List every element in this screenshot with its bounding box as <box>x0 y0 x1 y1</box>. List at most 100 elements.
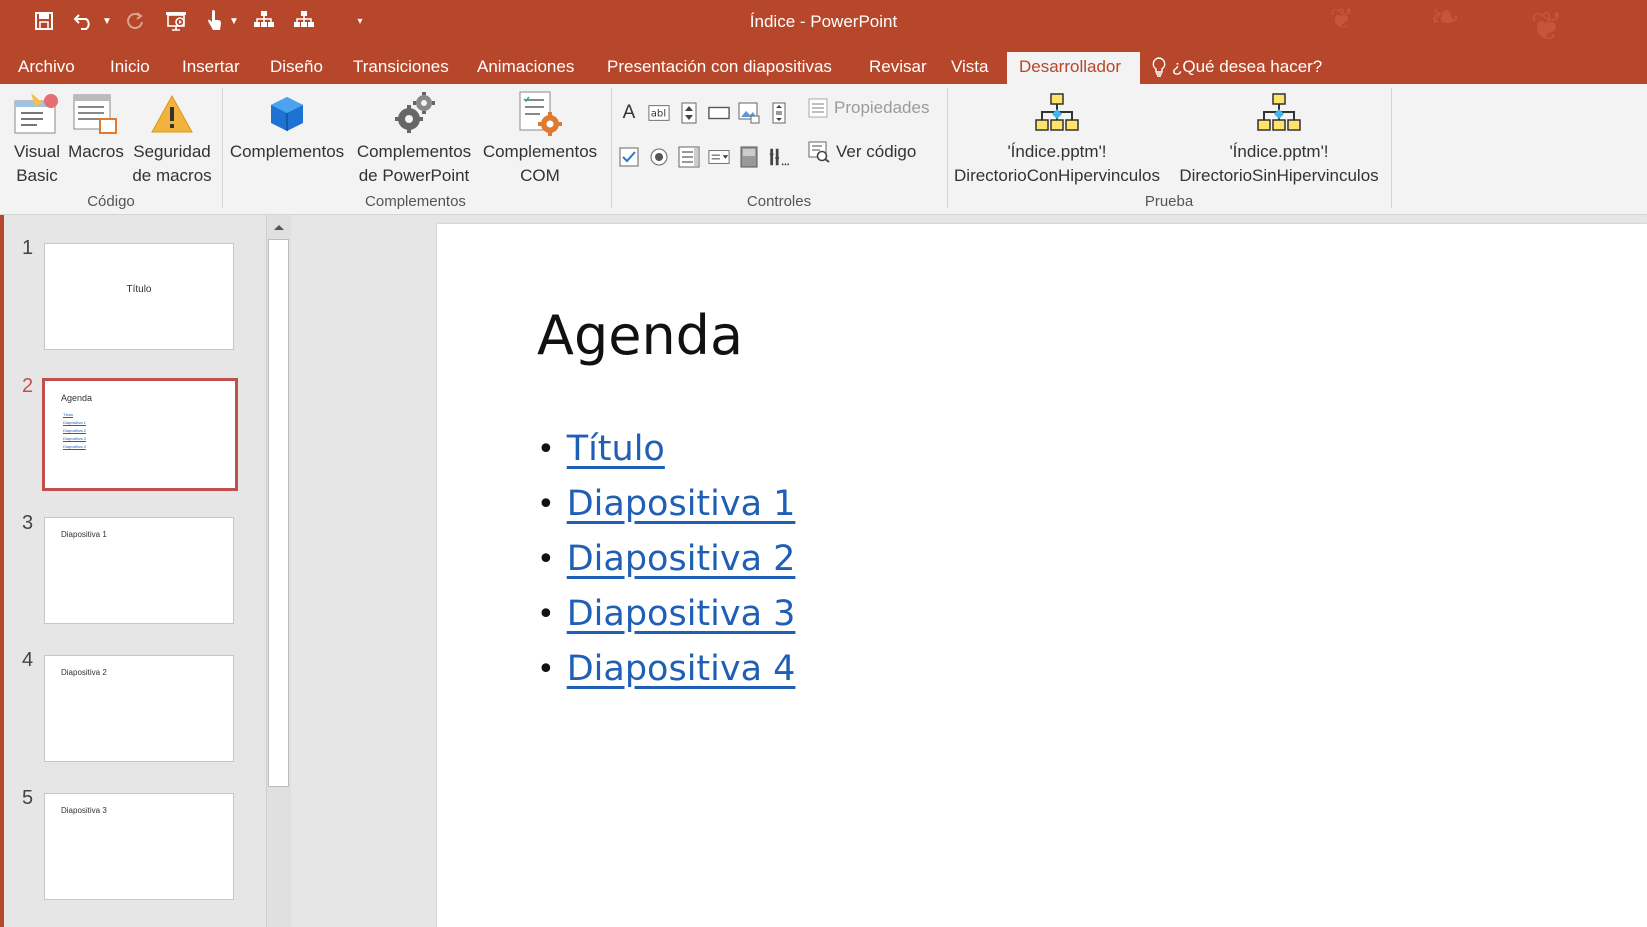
slide-thumbnail-4[interactable]: Diapositiva 2 <box>44 655 234 762</box>
bullet-icon: • <box>537 487 555 522</box>
macros-button[interactable]: Macros <box>66 88 126 164</box>
scrollbar-thumb[interactable] <box>268 239 289 787</box>
tell-me-box[interactable]: ¿Qué desea hacer? <box>1152 52 1322 82</box>
hierarchy-icon <box>1170 88 1388 140</box>
slide-thumbnail-2[interactable]: Agenda Título Diapositiva 1 Diapositiva … <box>42 378 238 491</box>
more-controls-icon[interactable] <box>768 146 790 168</box>
thumb-bullet: Diapositiva 4 <box>63 444 86 449</box>
list-item: • Diapositiva 4 <box>537 642 795 697</box>
tab-presentacion[interactable]: Presentación con diapositivas <box>595 52 844 84</box>
thumb-number: 5 <box>22 787 34 809</box>
macros-label: Macros <box>68 142 124 161</box>
ver-codigo-label: Ver código <box>836 142 917 161</box>
complementos-button[interactable]: Complementos <box>227 88 347 164</box>
tell-me-label: ¿Qué desea hacer? <box>1172 57 1323 76</box>
macro-sin-label-2: DirectorioSinHipervinculos <box>1179 166 1379 185</box>
tab-desarrollador[interactable]: Desarrollador <box>1007 52 1140 84</box>
tab-insertar[interactable]: Insertar <box>170 52 252 84</box>
macro-con-label-2: DirectorioConHipervinculos <box>954 166 1160 185</box>
group-label-prueba: Prueba <box>1144 193 1194 210</box>
view-code-icon <box>808 141 830 163</box>
label-control-icon[interactable]: A <box>618 102 640 124</box>
tab-archivo[interactable]: Archivo <box>6 52 87 84</box>
thumb-number: 1 <box>22 237 34 259</box>
spin-button-icon[interactable] <box>678 102 700 124</box>
macro-sin-label-1: 'Índice.pptm'! <box>1229 142 1329 161</box>
store-cube-icon <box>227 88 347 140</box>
toggle-button-icon[interactable] <box>738 146 760 168</box>
tab-animaciones[interactable]: Animaciones <box>465 52 586 84</box>
ribbon-tabs: Archivo Inicio Insertar Diseño Transicio… <box>0 44 1647 84</box>
complementos-com-button[interactable]: Complementos COM <box>479 88 601 188</box>
complementos-powerpoint-button[interactable]: Complementos de PowerPoint <box>353 88 475 188</box>
thumbnail-scrollbar[interactable] <box>266 215 291 927</box>
window-title: Índice - PowerPoint <box>749 12 898 31</box>
image-control-icon[interactable] <box>738 102 760 124</box>
thumb-number: 4 <box>22 649 34 671</box>
thumb-bullets: Título Diapositiva 1 Diapositiva 2 Diapo… <box>63 411 86 451</box>
agenda-link[interactable]: Diapositiva 4 <box>567 642 796 697</box>
thumb-bullet: Diapositiva 2 <box>63 428 86 433</box>
thumb-number: 3 <box>22 512 34 534</box>
radio-button-icon[interactable] <box>648 146 670 168</box>
lightbulb-icon <box>1152 57 1166 77</box>
group-separator <box>1391 88 1392 208</box>
agenda-link[interactable]: Diapositiva 1 <box>567 477 796 532</box>
scrollbar-control-icon[interactable] <box>768 102 790 124</box>
list-item: • Diapositiva 2 <box>537 532 795 587</box>
com-addins-icon <box>479 88 601 140</box>
complementos-label: Complementos <box>229 142 345 161</box>
seguridad-macros-button[interactable]: Seguridad de macros <box>128 88 216 188</box>
visual-basic-icon <box>6 88 68 140</box>
complementos-ppt-label-2: de PowerPoint <box>358 166 470 185</box>
ver-codigo-button[interactable]: Ver código <box>808 141 916 163</box>
tab-inicio[interactable]: Inicio <box>98 52 162 84</box>
properties-icon <box>808 98 828 118</box>
group-label-controles: Controles <box>746 193 812 210</box>
listbox-control-icon[interactable] <box>678 146 700 168</box>
svg-text:abl: abl <box>651 109 666 120</box>
agenda-link[interactable]: Diapositiva 3 <box>567 587 796 642</box>
agenda-link[interactable]: Diapositiva 2 <box>567 532 796 587</box>
slide-thumbnail-3[interactable]: Diapositiva 1 <box>44 517 234 624</box>
tab-revisar[interactable]: Revisar <box>857 52 939 84</box>
combobox-control-icon[interactable] <box>708 146 730 168</box>
scroll-up-arrow-icon[interactable] <box>267 218 291 236</box>
slide-title[interactable]: Agenda <box>537 304 743 367</box>
gears-icon <box>353 88 475 140</box>
macro-con-hipervinculos-button[interactable]: 'Índice.pptm'! DirectorioConHipervinculo… <box>948 88 1166 188</box>
slide-thumbnails-pane: 1 Título 2 Agenda Título Diapositiva 1 D… <box>0 215 294 927</box>
tab-diseno[interactable]: Diseño <box>258 52 335 84</box>
agenda-list: • Título • Diapositiva 1 • Diapositiva 2 • D… <box>537 422 795 697</box>
macros-icon <box>66 88 126 140</box>
list-item: • Diapositiva 3 <box>537 587 795 642</box>
group-label-complementos: Complementos <box>365 193 466 210</box>
macro-sin-hipervinculos-button[interactable]: 'Índice.pptm'! DirectorioSinHipervinculo… <box>1170 88 1388 188</box>
thumb-title: Título <box>126 284 152 295</box>
checkbox-control-icon[interactable] <box>618 146 640 168</box>
group-complementos: Complementos Complementos de PowerPoint … <box>223 84 608 214</box>
slide-canvas[interactable]: Agenda • Título • Diapositiva 1 • Diapositi… <box>437 224 1647 927</box>
tab-transiciones[interactable]: Transiciones <box>341 52 461 84</box>
visual-basic-button[interactable]: Visual Basic <box>6 88 68 188</box>
command-button-icon[interactable] <box>708 102 730 124</box>
bullet-icon: • <box>537 542 555 577</box>
tab-vista[interactable]: Vista <box>939 52 1001 84</box>
complementos-com-label-2: COM <box>520 166 560 185</box>
thumb-bullet: Diapositiva 3 <box>63 436 86 441</box>
thumb-bullet: Diapositiva 1 <box>63 420 86 425</box>
textbox-control-icon[interactable]: abl <box>648 102 670 124</box>
hierarchy-icon <box>948 88 1166 140</box>
agenda-link[interactable]: Título <box>567 422 665 477</box>
thumb-bullet: Título <box>63 412 74 417</box>
title-bar: ❦ ❧ ❦ ▼ ▼ ▾ Índice - PowerPoint <box>0 0 1647 44</box>
group-codigo: Visual Basic Macros Seguridad de macros … <box>0 84 222 214</box>
slide-thumbnail-5[interactable]: Diapositiva 3 <box>44 793 234 900</box>
complementos-ppt-label-1: Complementos <box>356 142 472 161</box>
slide-thumbnail-1[interactable]: Título <box>44 243 234 350</box>
macro-con-label-1: 'Índice.pptm'! <box>1007 142 1107 161</box>
bullet-icon: • <box>537 597 555 632</box>
list-item: • Título <box>537 422 795 477</box>
list-item: • Diapositiva 1 <box>537 477 795 532</box>
seguridad-label-2: de macros <box>132 166 212 185</box>
